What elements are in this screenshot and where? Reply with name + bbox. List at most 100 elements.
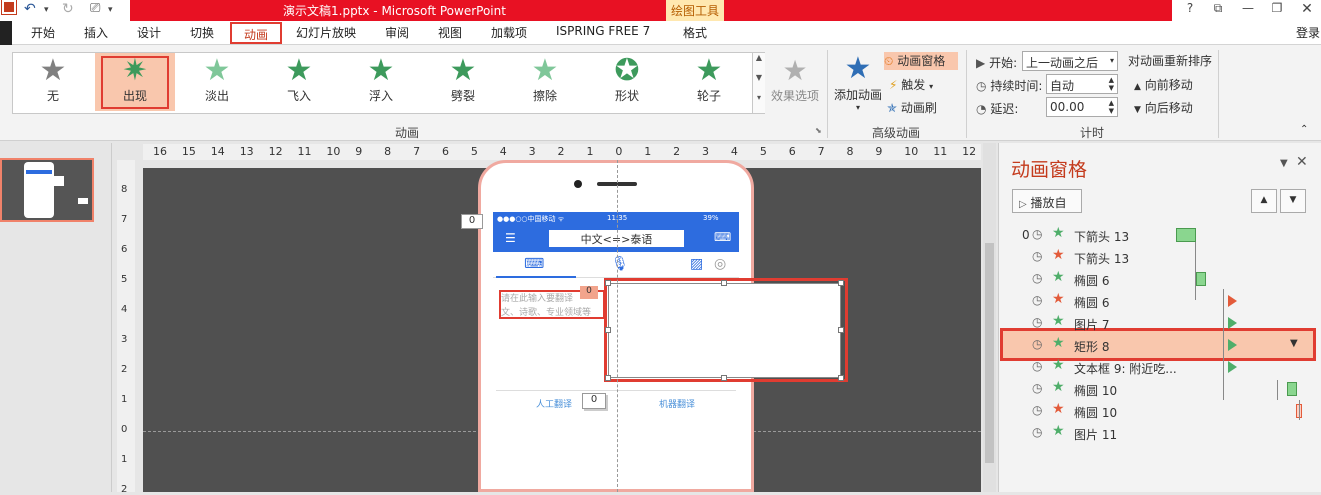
star-burst-icon: ✷ <box>122 53 148 88</box>
ruler-tick-label: 5 <box>121 274 128 285</box>
start-from-beginning-icon[interactable]: ⎚ <box>90 1 100 16</box>
ruler-tick-label: 2 <box>673 145 681 158</box>
timeline-divider <box>1299 400 1300 420</box>
file-tab[interactable] <box>0 21 12 45</box>
pane-move-up-button[interactable]: ▲ <box>1251 189 1277 213</box>
sign-in-link[interactable]: 登录 <box>1296 24 1320 41</box>
slide-thumbnail[interactable] <box>0 158 94 222</box>
delay-input[interactable]: 00.00 ▲ ▼ <box>1046 97 1118 117</box>
effect-shape[interactable]: ✪ 形状 <box>591 55 663 110</box>
timeline-bar[interactable] <box>1228 295 1237 307</box>
timeline-bar[interactable] <box>1196 272 1206 286</box>
tab-design[interactable]: 设计 <box>137 24 161 41</box>
resize-handle[interactable] <box>605 327 611 333</box>
help-button[interactable]: ? <box>1179 1 1201 19</box>
human-translate-link[interactable]: 人工翻译 <box>536 397 572 410</box>
effect-fly-in[interactable]: ★ 飞入 <box>263 55 335 110</box>
effect-none[interactable]: ★ 无 <box>17 55 89 110</box>
effect-appear[interactable]: ✷ 出现 <box>99 55 171 110</box>
minimize-icon[interactable]: — <box>1237 1 1259 19</box>
tab-view[interactable]: 视图 <box>438 24 462 41</box>
redo-icon[interactable]: ↻ <box>62 1 74 17</box>
machine-translate-link[interactable]: 机器翻译 <box>659 397 695 410</box>
animation-list-item[interactable]: ◷ ★ 图片 7 <box>1010 312 1310 334</box>
pane-move-down-button[interactable]: ▼ <box>1280 189 1306 213</box>
resize-handle[interactable] <box>605 280 611 286</box>
animation-list-item[interactable]: ◷ ★ 椭圆 6 <box>1010 268 1310 290</box>
timeline-bar[interactable] <box>1287 382 1297 396</box>
spinner-icon[interactable]: ▲ ▼ <box>1109 99 1114 115</box>
tab-review[interactable]: 审阅 <box>385 24 409 41</box>
tab-home[interactable]: 开始 <box>31 24 55 41</box>
duration-input[interactable]: 自动 ▲ ▼ <box>1046 74 1118 94</box>
customize-qat-icon[interactable]: ▾ <box>108 5 113 15</box>
slide-scrollbar[interactable] <box>983 143 996 492</box>
dialog-launcher-icon[interactable]: ⬊ <box>815 126 822 135</box>
timeline-bar[interactable] <box>1228 361 1237 373</box>
animation-list-item[interactable]: ◷ ★ 矩形 8 <box>1010 334 1310 356</box>
gallery-scroll-down[interactable]: ▼ <box>752 73 765 93</box>
animation-order-badge[interactable]: 0 <box>580 286 598 299</box>
gallery-scroll-up[interactable]: ▲ <box>752 53 765 73</box>
tab-transitions[interactable]: 切换 <box>190 24 214 41</box>
effect-split[interactable]: ★ 劈裂 <box>427 55 499 110</box>
row-dropdown-icon[interactable]: ▼ <box>1290 338 1298 349</box>
tab-format[interactable]: 格式 <box>683 24 707 41</box>
animation-order-badge[interactable]: 0 <box>461 214 483 229</box>
ruler-tick-label: 13 <box>239 145 254 158</box>
ruler-tick-label: 0 <box>615 145 623 158</box>
move-earlier-button[interactable]: ▲ 向前移动 <box>1134 76 1193 93</box>
play-from-button[interactable]: ▷ 播放自 <box>1012 189 1082 213</box>
gallery-more[interactable]: ▾ <box>752 93 765 113</box>
resize-handle[interactable] <box>721 375 727 381</box>
animation-pane-button[interactable]: ⏲ 动画窗格 <box>884 52 958 70</box>
restore-icon[interactable]: ❐ <box>1266 1 1288 19</box>
resize-handle[interactable] <box>838 280 844 286</box>
animation-list-item[interactable]: ◷ ★ 椭圆 10 <box>1010 400 1310 422</box>
animation-list-item[interactable]: ◷ ★ 图片 11 <box>1010 422 1310 444</box>
tab-addins[interactable]: 加载项 <box>491 24 527 41</box>
animation-order-badge[interactable]: 0 <box>582 393 606 409</box>
ruler-tick-label: 4 <box>499 145 507 158</box>
animation-list-item[interactable]: ◷ ★ 文本框 9: 附近吃... <box>1010 356 1310 378</box>
pane-close-icon[interactable]: ✕ <box>1296 154 1308 170</box>
ribbon-display-icon[interactable]: ⧉ <box>1207 1 1229 19</box>
effect-options-button[interactable]: ★ 效果选项 <box>770 54 820 104</box>
play-from-label: 播放自 <box>1030 196 1067 210</box>
spinner-icon[interactable]: ▲ ▼ <box>1109 76 1114 92</box>
effect-float-in[interactable]: ★ 浮入 <box>345 55 417 110</box>
close-icon[interactable]: ✕ <box>1296 1 1318 19</box>
move-later-button[interactable]: ▼ 向后移动 <box>1134 99 1193 116</box>
resize-handle[interactable] <box>838 327 844 333</box>
timeline-bar[interactable] <box>1228 317 1237 329</box>
resize-handle[interactable] <box>605 375 611 381</box>
effect-fade[interactable]: ★ 淡出 <box>181 55 253 110</box>
animation-list-item[interactable]: 0 ◷ ★ 下箭头 13 <box>1010 224 1310 246</box>
tab-ispring[interactable]: ISPRING FREE 7 <box>556 24 650 38</box>
animation-list-item[interactable]: ◷ ★ 椭圆 10 <box>1010 378 1310 400</box>
rectangle-8-shape[interactable] <box>608 283 841 378</box>
tab-insert[interactable]: 插入 <box>84 24 108 41</box>
undo-dropdown-icon[interactable]: ▾ <box>44 5 49 15</box>
animation-list-item[interactable]: ◷ ★ 下箭头 13 <box>1010 246 1310 268</box>
resize-handle[interactable] <box>721 280 727 286</box>
effect-wipe[interactable]: ★ 擦除 <box>509 55 581 110</box>
resize-handle[interactable] <box>838 375 844 381</box>
trigger-button[interactable]: ⚡ 触发 ▾ <box>889 76 933 93</box>
scrollbar-thumb[interactable] <box>985 243 994 463</box>
pane-options-icon[interactable]: ▼ <box>1280 158 1288 169</box>
star-icon: ★ <box>531 53 559 88</box>
image-icon: ▨ <box>690 256 704 272</box>
undo-icon[interactable]: ↶ <box>24 1 36 17</box>
tab-animations[interactable]: 动画 <box>230 22 282 44</box>
effect-wheel[interactable]: ★ 轮子 <box>673 55 745 110</box>
timeline-bar[interactable] <box>1176 228 1196 242</box>
start-select[interactable]: 上一动画之后 ▾ <box>1022 51 1118 71</box>
animation-painter-button[interactable]: ✯ 动画刷 <box>887 99 937 116</box>
add-animation-button[interactable]: ★ 添加动画 ▾ <box>833 52 883 113</box>
animation-list-item[interactable]: ◷ ★ 椭圆 6 <box>1010 290 1310 312</box>
collapse-ribbon-icon[interactable]: ⌃ <box>1300 124 1308 135</box>
vertical-ruler: 8 7 6 5 4 3 2 1 0 1 2 <box>117 160 135 495</box>
timeline-bar[interactable] <box>1228 339 1237 351</box>
tab-slideshow[interactable]: 幻灯片放映 <box>296 24 356 41</box>
